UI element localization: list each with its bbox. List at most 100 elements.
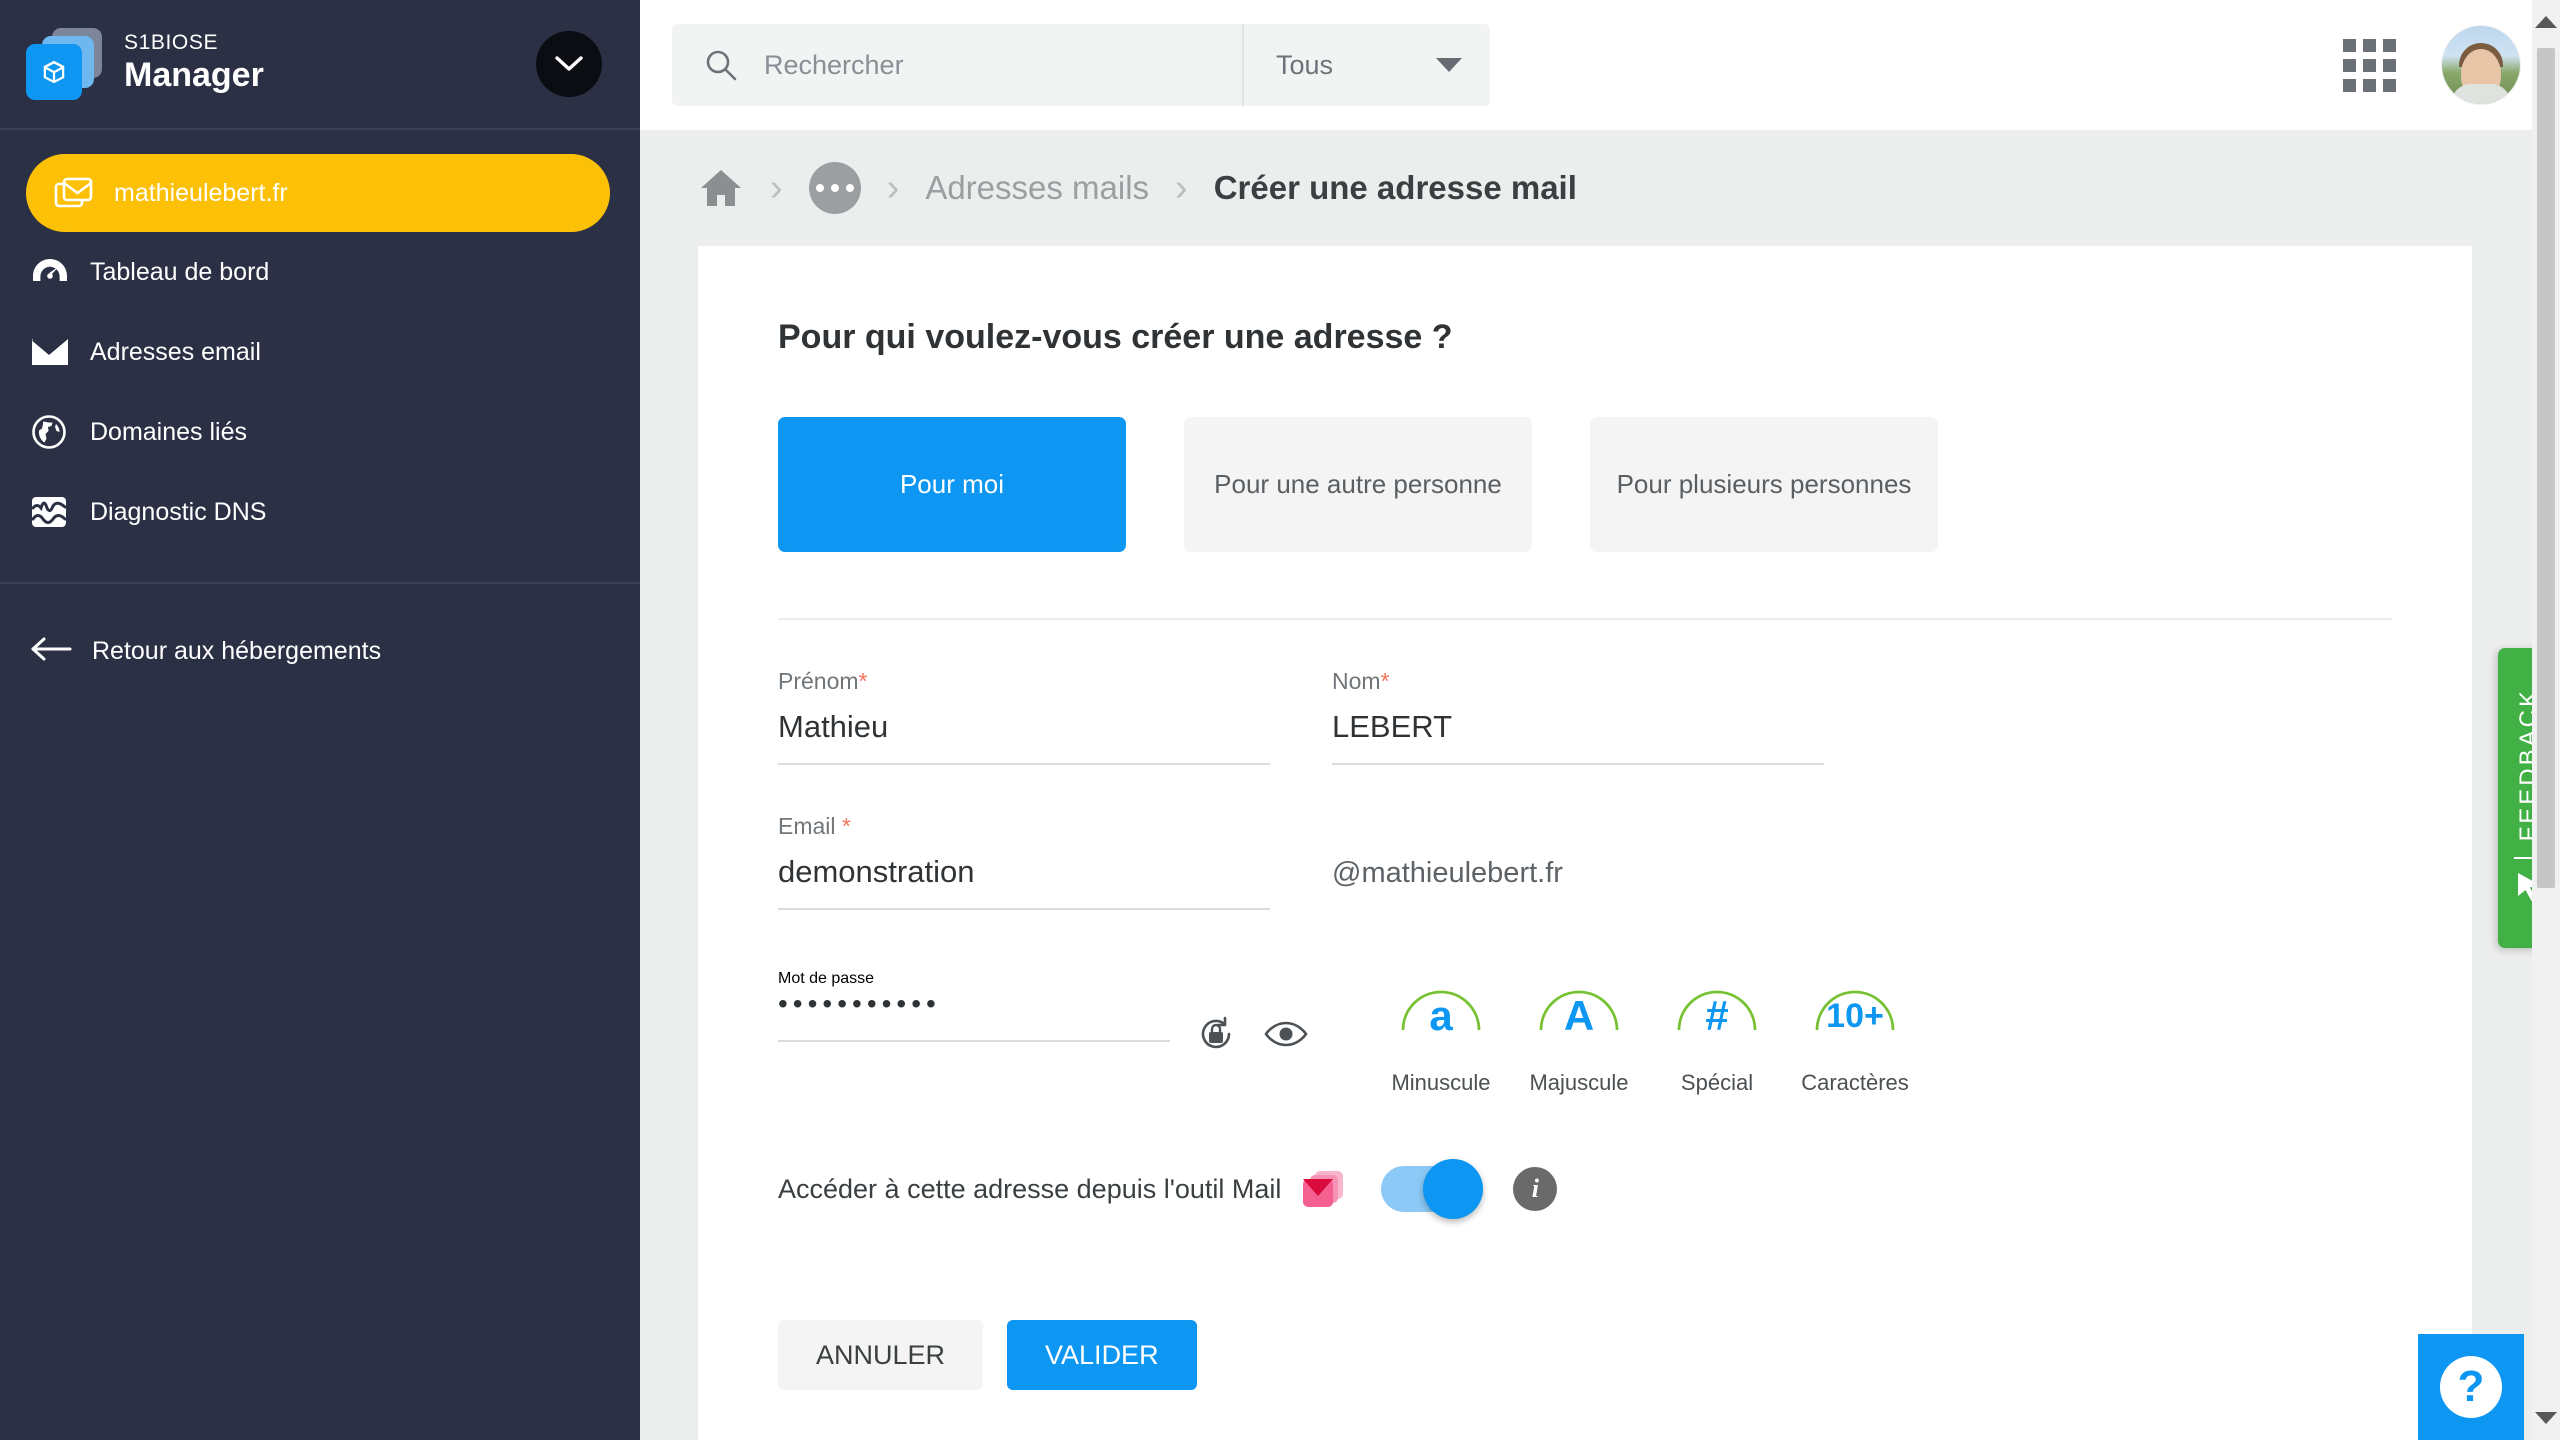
lastname-label-text: Nom: [1332, 668, 1381, 694]
form-card: Pour qui voulez-vous créer une adresse ?…: [698, 246, 2472, 1440]
main-area: Tous › › Adresses mai: [640, 0, 2560, 1440]
speedometer-icon: [30, 256, 90, 288]
search-group: Tous: [672, 24, 1490, 106]
toggle-knob: [1423, 1159, 1484, 1219]
pulse-icon: [30, 495, 90, 529]
search-box[interactable]: [672, 24, 1242, 106]
form-actions: ANNULER VALIDER: [778, 1320, 2392, 1440]
lastname-input[interactable]: [1332, 709, 1824, 765]
email-input[interactable]: [778, 854, 1270, 910]
password-label: Mot de passe: [778, 970, 875, 987]
sidebar-back-label: Retour aux hébergements: [92, 636, 382, 665]
content-scroll: Pour qui voulez-vous créer une adresse ?…: [640, 246, 2560, 1440]
breadcrumb-separator: ›: [886, 167, 900, 209]
password-row: Mot de passe ••••••••••• a Minuscule A M…: [778, 970, 2392, 1096]
firstname-input[interactable]: [778, 709, 1270, 765]
section-divider: [778, 618, 2392, 620]
sidebar-item-label: Tableau de bord: [90, 257, 270, 286]
cube-logo-icon: [26, 26, 102, 102]
sidebar-item-domains[interactable]: Domaines liés: [0, 392, 640, 472]
strength-glyph: a: [1429, 992, 1453, 1039]
mail-app-icon: [1303, 1169, 1344, 1209]
strength-glyph: #: [1705, 992, 1729, 1039]
topbar-actions: [2343, 26, 2520, 104]
breadcrumb-separator: ›: [770, 167, 783, 209]
strength-ring: #: [1671, 970, 1763, 1062]
scrollbar-thumb[interactable]: [2537, 48, 2555, 888]
required-marker: *: [1380, 668, 1390, 694]
home-icon[interactable]: [698, 167, 744, 209]
question-mark-icon: ?: [2440, 1356, 2502, 1418]
sidebar-item-dashboard[interactable]: Tableau de bord: [0, 232, 640, 312]
lastname-field-group: Nom*: [1332, 668, 1824, 765]
firstname-label-text: Prénom: [778, 668, 859, 694]
email-label: Email *: [778, 813, 1270, 840]
lastname-label: Nom*: [1332, 668, 1824, 695]
firstname-field-group: Prénom*: [778, 668, 1270, 765]
breadcrumb-link[interactable]: Adresses mails: [925, 169, 1149, 207]
page-scrollbar[interactable]: [2532, 0, 2560, 1440]
strength-length: 10+ Caractères: [1800, 970, 1910, 1096]
strength-glyph: A: [1563, 992, 1595, 1039]
strength-ring: a: [1395, 970, 1487, 1062]
sidebar-item-label: Adresses email: [90, 337, 261, 366]
brand-company: S1BIOSE: [124, 31, 219, 55]
strength-label: Caractères: [1801, 1070, 1909, 1095]
brand-text: S1BIOSE Manager: [124, 31, 264, 97]
arrow-left-icon: [30, 635, 92, 668]
help-button[interactable]: ?: [2418, 1334, 2524, 1440]
choice-for-me[interactable]: Pour moi: [778, 417, 1126, 552]
required-marker: *: [858, 668, 868, 694]
mail-tool-label: Accéder à cette adresse depuis l'outil M…: [778, 1173, 1282, 1204]
breadcrumb: › › Adresses mails › Créer une adresse m…: [640, 130, 2560, 246]
firstname-label: Prénom*: [778, 668, 1270, 695]
chevron-down-icon: [1436, 58, 1462, 72]
required-marker: *: [841, 813, 851, 839]
grid-apps-icon[interactable]: [2343, 38, 2396, 92]
recipient-choice-group: Pour moi Pour une autre personne Pour pl…: [778, 417, 2392, 552]
sidebar-item-dns[interactable]: Diagnostic DNS: [0, 472, 640, 552]
password-strength-indicators: a Minuscule A Majuscule # Spécial 10+ Ca…: [1386, 970, 1910, 1096]
avatar[interactable]: [2442, 26, 2520, 104]
scroll-down-arrow[interactable]: [2535, 1412, 2557, 1424]
search-input[interactable]: [764, 49, 1184, 81]
sidebar-item-label: mathieulebert.fr: [114, 178, 288, 207]
sidebar-item-domain[interactable]: mathieulebert.fr: [26, 154, 610, 232]
password-field-group: Mot de passe •••••••••••: [778, 970, 1170, 1042]
sidebar-back-link[interactable]: Retour aux hébergements: [0, 606, 640, 696]
sidebar-divider: [0, 582, 640, 584]
submit-button[interactable]: VALIDER: [1007, 1320, 1197, 1390]
sidebar-header: S1BIOSE Manager: [0, 0, 640, 130]
choice-several-people[interactable]: Pour plusieurs personnes: [1590, 417, 1938, 552]
choice-label: Pour plusieurs personnes: [1616, 469, 1912, 499]
globe-icon: [30, 413, 90, 451]
regenerate-lock-icon[interactable]: [1196, 1014, 1236, 1054]
cancel-button[interactable]: ANNULER: [778, 1320, 984, 1390]
info-icon[interactable]: i: [1513, 1167, 1558, 1211]
chevron-down-icon: [555, 56, 583, 71]
strength-glyph: 10+: [1826, 997, 1884, 1035]
sidebar: S1BIOSE Manager mathieulebert.fr Tableau…: [0, 0, 640, 1440]
search-filter-select[interactable]: Tous: [1242, 24, 1490, 106]
strength-uppercase: A Majuscule: [1524, 970, 1634, 1096]
sidebar-item-label: Domaines liés: [90, 417, 248, 446]
sidebar-collapse-button[interactable]: [536, 31, 602, 97]
mail-tool-toggle[interactable]: [1381, 1159, 1484, 1219]
strength-label: Minuscule: [1391, 1070, 1491, 1095]
sidebar-item-label: Diagnostic DNS: [90, 497, 267, 526]
mail-stack-icon: [54, 176, 114, 210]
sidebar-nav: mathieulebert.fr Tableau de bord Adresse…: [0, 130, 640, 696]
ellipsis-icon[interactable]: [808, 162, 861, 214]
strength-lowercase: a Minuscule: [1386, 970, 1496, 1096]
strength-ring: 10+: [1809, 970, 1901, 1062]
sidebar-item-email[interactable]: Adresses email: [0, 312, 640, 392]
search-filter-value: Tous: [1276, 49, 1334, 80]
email-field-row: Email * @mathieulebert.fr: [778, 813, 2392, 910]
password-input[interactable]: •••••••••••: [778, 988, 1170, 1042]
choice-other-person[interactable]: Pour une autre personne: [1184, 417, 1532, 552]
envelope-icon: [30, 337, 90, 367]
mail-tool-row: Accéder à cette adresse depuis l'outil M…: [778, 1159, 2392, 1219]
password-actions: [1196, 1014, 1308, 1054]
eye-icon[interactable]: [1264, 1018, 1308, 1050]
scroll-up-arrow[interactable]: [2535, 16, 2557, 28]
